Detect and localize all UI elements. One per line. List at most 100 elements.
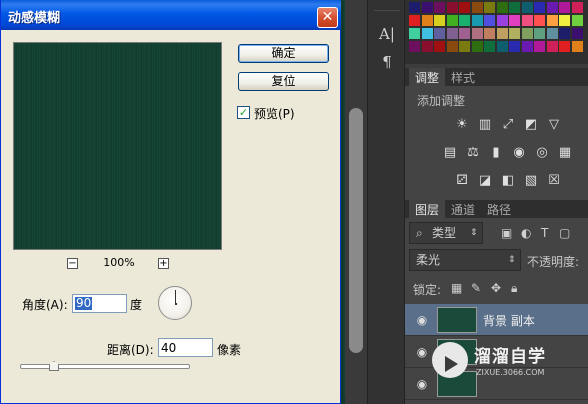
color-swatch[interactable] bbox=[571, 2, 583, 13]
lock-move-icon[interactable]: ✥ bbox=[491, 281, 501, 295]
color-swatch[interactable] bbox=[571, 28, 583, 39]
color-swatch[interactable] bbox=[571, 15, 583, 26]
tab-adjustments[interactable]: 调整 bbox=[409, 68, 446, 88]
eye-icon[interactable]: ◉ bbox=[415, 313, 429, 327]
posterize-icon[interactable]: ◪ bbox=[476, 172, 494, 190]
shape-filter-icon[interactable]: ▢ bbox=[559, 226, 570, 240]
vibrance-icon[interactable]: ▽ bbox=[545, 116, 563, 134]
color-swatch[interactable] bbox=[434, 15, 445, 26]
layer-filter-select[interactable]: ⌕ 类型 ⇕ bbox=[409, 222, 483, 244]
color-swatch[interactable] bbox=[496, 15, 508, 26]
color-swatch[interactable] bbox=[521, 2, 533, 13]
eye-icon[interactable]: ◉ bbox=[415, 345, 429, 359]
gradient-map-icon[interactable]: ▧ bbox=[522, 172, 540, 190]
dialog-titlebar[interactable]: 动感模糊 ✕ bbox=[1, 0, 341, 30]
color-swatch[interactable] bbox=[459, 28, 470, 39]
color-swatch[interactable] bbox=[446, 28, 458, 39]
color-swatch[interactable] bbox=[546, 2, 558, 13]
color-swatch[interactable] bbox=[421, 2, 433, 13]
hue-saturation-icon[interactable]: ▤ bbox=[441, 144, 459, 162]
color-swatch[interactable] bbox=[559, 15, 570, 26]
preview-checkbox[interactable]: ✓ bbox=[237, 106, 250, 119]
zoom-in-button[interactable]: + bbox=[158, 258, 169, 269]
levels-icon[interactable]: ▥ bbox=[476, 116, 494, 134]
scrollbar-thumb[interactable] bbox=[349, 108, 363, 353]
color-swatch[interactable] bbox=[446, 15, 458, 26]
layer-row[interactable]: ◉ 背景 副本 bbox=[405, 304, 588, 336]
curves-icon[interactable]: ⤢ bbox=[499, 116, 517, 134]
photo-filter-icon[interactable]: ◉ bbox=[510, 144, 528, 162]
color-swatch[interactable] bbox=[571, 41, 583, 52]
character-panel-icon[interactable]: A| bbox=[377, 24, 397, 44]
color-swatch[interactable] bbox=[421, 28, 433, 39]
color-swatch[interactable] bbox=[484, 41, 495, 52]
color-lookup-icon[interactable]: ▦ bbox=[556, 144, 574, 162]
zoom-out-button[interactable]: − bbox=[67, 258, 78, 269]
color-swatch[interactable] bbox=[496, 41, 508, 52]
color-swatch[interactable] bbox=[459, 2, 470, 13]
preview-checkbox-label[interactable]: 预览(P) bbox=[254, 105, 295, 122]
selective-color-icon[interactable]: ☒ bbox=[545, 172, 563, 190]
color-swatch[interactable] bbox=[496, 2, 508, 13]
adjustment-filter-icon[interactable]: ◐ bbox=[521, 226, 531, 240]
type-filter-icon[interactable]: T bbox=[541, 226, 548, 240]
color-swatch[interactable] bbox=[471, 28, 483, 39]
distance-slider-track[interactable] bbox=[20, 364, 190, 369]
color-swatch[interactable] bbox=[521, 28, 533, 39]
color-swatch[interactable] bbox=[559, 28, 570, 39]
color-swatch[interactable] bbox=[484, 2, 495, 13]
lock-transparent-icon[interactable]: ▦ bbox=[451, 281, 462, 295]
close-button[interactable]: ✕ bbox=[317, 7, 338, 28]
reset-button[interactable]: 复位 bbox=[238, 72, 329, 91]
color-swatch[interactable] bbox=[546, 15, 558, 26]
distance-input[interactable] bbox=[158, 338, 213, 357]
color-swatch[interactable] bbox=[446, 41, 458, 52]
color-swatch[interactable] bbox=[459, 15, 470, 26]
color-swatch[interactable] bbox=[546, 28, 558, 39]
color-swatch[interactable] bbox=[409, 41, 420, 52]
tab-channels[interactable]: 通道 bbox=[445, 200, 481, 220]
color-swatch[interactable] bbox=[534, 41, 545, 52]
color-swatch[interactable] bbox=[459, 41, 470, 52]
color-swatch[interactable] bbox=[509, 41, 520, 52]
channel-mixer-icon[interactable]: ◎ bbox=[533, 144, 551, 162]
color-swatch[interactable] bbox=[559, 2, 570, 13]
color-swatch[interactable] bbox=[559, 41, 570, 52]
color-swatch[interactable] bbox=[521, 41, 533, 52]
exposure-icon[interactable]: ◩ bbox=[522, 116, 540, 134]
black-white-icon[interactable]: ▮ bbox=[487, 144, 505, 162]
color-swatch[interactable] bbox=[409, 2, 420, 13]
color-swatch[interactable] bbox=[446, 2, 458, 13]
color-swatch[interactable] bbox=[484, 15, 495, 26]
canvas-vertical-scrollbar[interactable] bbox=[345, 0, 367, 404]
color-swatch[interactable] bbox=[509, 2, 520, 13]
lock-paint-icon[interactable]: ✎ bbox=[471, 281, 481, 295]
color-swatch[interactable] bbox=[534, 2, 545, 13]
color-swatch[interactable] bbox=[471, 15, 483, 26]
color-swatch[interactable] bbox=[534, 15, 545, 26]
color-swatch[interactable] bbox=[509, 28, 520, 39]
tab-layers[interactable]: 图层 bbox=[409, 200, 446, 220]
color-swatch[interactable] bbox=[409, 28, 420, 39]
color-swatch[interactable] bbox=[509, 15, 520, 26]
brightness-icon[interactable]: ☀ bbox=[453, 116, 471, 134]
color-swatch[interactable] bbox=[484, 28, 495, 39]
color-swatch[interactable] bbox=[471, 2, 483, 13]
image-filter-icon[interactable]: ▣ bbox=[501, 226, 512, 240]
color-swatch[interactable] bbox=[546, 41, 558, 52]
tab-paths[interactable]: 路径 bbox=[481, 200, 517, 220]
color-swatch[interactable] bbox=[434, 28, 445, 39]
eye-icon[interactable]: ◉ bbox=[415, 377, 429, 391]
color-swatch[interactable] bbox=[421, 15, 433, 26]
angle-dial[interactable] bbox=[158, 286, 192, 320]
paragraph-panel-icon[interactable]: ¶ bbox=[377, 52, 397, 72]
color-swatch[interactable] bbox=[409, 15, 420, 26]
tab-styles[interactable]: 样式 bbox=[445, 68, 481, 88]
invert-icon[interactable]: ⚂ bbox=[453, 172, 471, 190]
blur-preview[interactable] bbox=[13, 42, 222, 250]
distance-slider-thumb[interactable] bbox=[49, 361, 59, 371]
color-swatch[interactable] bbox=[521, 15, 533, 26]
color-balance-icon[interactable]: ⚖ bbox=[464, 144, 482, 162]
color-swatch[interactable] bbox=[471, 41, 483, 52]
ok-button[interactable]: 确定 bbox=[238, 44, 329, 63]
